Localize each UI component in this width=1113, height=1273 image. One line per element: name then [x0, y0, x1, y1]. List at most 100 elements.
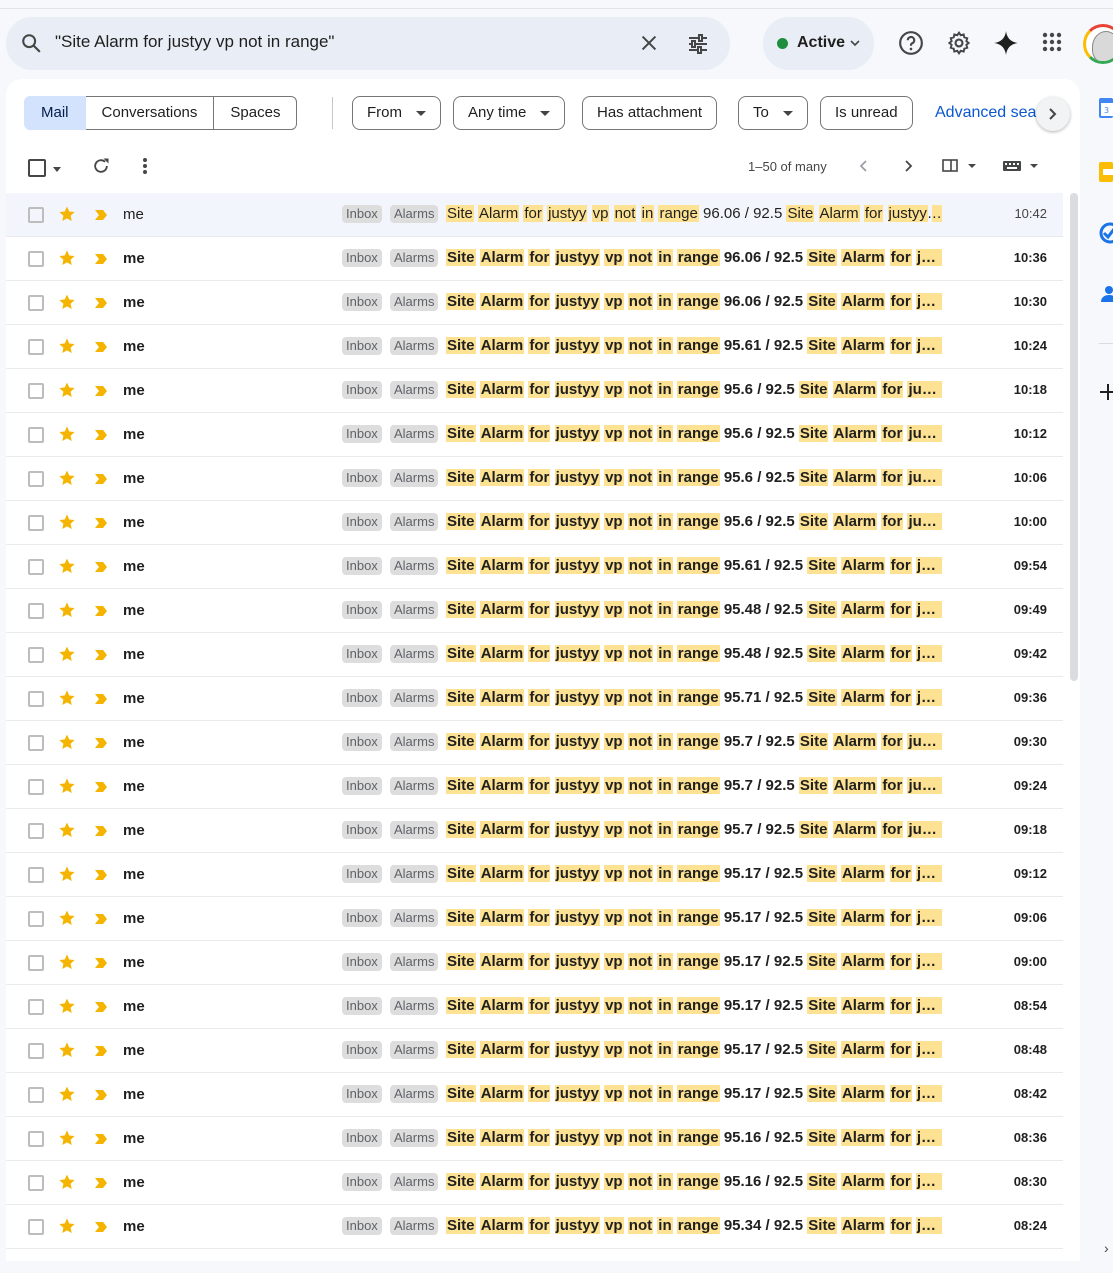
select-all-checkbox[interactable] [28, 159, 46, 177]
table-row[interactable]: me Inbox Alarms Site Alarm for justyy vp no… [6, 633, 1063, 677]
table-row[interactable]: me Inbox Alarms Site Alarm for justyy vp no… [6, 1161, 1063, 1205]
label-inbox[interactable]: Inbox [342, 821, 382, 839]
label-alarms[interactable]: Alarms [390, 1085, 439, 1103]
tab-spaces[interactable]: Spaces [214, 96, 298, 130]
label-inbox[interactable]: Inbox [342, 689, 382, 707]
row-checkbox[interactable] [28, 1219, 44, 1235]
label-alarms[interactable]: Alarms [390, 249, 439, 267]
label-alarms[interactable]: Alarms [390, 469, 439, 487]
label-inbox[interactable]: Inbox [342, 1041, 382, 1059]
label-alarms[interactable]: Alarms [390, 601, 439, 619]
importance-marker-icon[interactable] [94, 956, 108, 974]
search-icon[interactable] [20, 32, 42, 59]
label-alarms[interactable]: Alarms [390, 733, 439, 751]
importance-marker-icon[interactable] [94, 208, 108, 226]
gemini-sparkle-icon[interactable] [993, 30, 1019, 61]
row-checkbox[interactable] [28, 955, 44, 971]
collapse-rail-icon[interactable]: › [1104, 1240, 1109, 1256]
label-inbox[interactable]: Inbox [342, 557, 382, 575]
label-inbox[interactable]: Inbox [342, 249, 382, 267]
label-inbox[interactable]: Inbox [342, 337, 382, 355]
label-inbox[interactable]: Inbox [342, 645, 382, 663]
list-scrollbar[interactable] [1070, 193, 1078, 681]
importance-marker-icon[interactable] [94, 340, 108, 358]
add-app-icon[interactable] [1099, 381, 1113, 408]
label-inbox[interactable]: Inbox [342, 865, 382, 883]
search-bar[interactable]: "Site Alarm for justyy vp not in range" [6, 17, 730, 70]
importance-marker-icon[interactable] [94, 868, 108, 886]
row-checkbox[interactable] [28, 867, 44, 883]
label-alarms[interactable]: Alarms [390, 1173, 439, 1191]
row-checkbox[interactable] [28, 383, 44, 399]
star-icon[interactable] [58, 953, 76, 976]
label-inbox[interactable]: Inbox [342, 381, 382, 399]
status-selector[interactable]: Active [763, 17, 874, 70]
star-icon[interactable] [58, 1085, 76, 1108]
table-row[interactable]: me Inbox Alarms Site Alarm for justyy vp no… [6, 1029, 1063, 1073]
table-row[interactable]: me Inbox Alarms Site Alarm for justyy vp no… [6, 193, 1063, 237]
label-inbox[interactable]: Inbox [342, 205, 382, 223]
star-icon[interactable] [58, 821, 76, 844]
table-row[interactable]: me Inbox Alarms Site Alarm for justyy vp no… [6, 369, 1063, 413]
more-options-icon[interactable] [142, 156, 148, 181]
table-row[interactable]: me Inbox Alarms Site Alarm for justyy vp no… [6, 589, 1063, 633]
label-inbox[interactable]: Inbox [342, 953, 382, 971]
newer-page-icon[interactable] [858, 158, 870, 179]
label-alarms[interactable]: Alarms [390, 337, 439, 355]
star-icon[interactable] [58, 1217, 76, 1240]
star-icon[interactable] [58, 997, 76, 1020]
input-tools-keyboard-icon[interactable] [1002, 159, 1042, 178]
search-options-icon[interactable] [686, 32, 710, 61]
label-inbox[interactable]: Inbox [342, 513, 382, 531]
label-alarms[interactable]: Alarms [390, 205, 439, 223]
label-inbox[interactable]: Inbox [342, 997, 382, 1015]
row-checkbox[interactable] [28, 823, 44, 839]
row-checkbox[interactable] [28, 603, 44, 619]
importance-marker-icon[interactable] [94, 824, 108, 842]
star-icon[interactable] [58, 777, 76, 800]
help-icon[interactable] [898, 30, 924, 61]
label-inbox[interactable]: Inbox [342, 469, 382, 487]
star-icon[interactable] [58, 513, 76, 536]
star-icon[interactable] [58, 557, 76, 580]
importance-marker-icon[interactable] [94, 1088, 108, 1106]
star-icon[interactable] [58, 381, 76, 404]
clear-search-icon[interactable] [638, 32, 660, 59]
table-row[interactable]: me Inbox Alarms Site Alarm for justyy vp no… [6, 325, 1063, 369]
label-alarms[interactable]: Alarms [390, 821, 439, 839]
star-icon[interactable] [58, 293, 76, 316]
tab-conversations[interactable]: Conversations [85, 96, 215, 130]
filter-is-unread[interactable]: Is unread [820, 96, 913, 130]
star-icon[interactable] [58, 249, 76, 272]
star-icon[interactable] [58, 645, 76, 668]
star-icon[interactable] [58, 1173, 76, 1196]
label-inbox[interactable]: Inbox [342, 777, 382, 795]
importance-marker-icon[interactable] [94, 1044, 108, 1062]
importance-marker-icon[interactable] [94, 1220, 108, 1238]
advanced-search-link[interactable]: Advanced search [935, 104, 1045, 122]
importance-marker-icon[interactable] [94, 692, 108, 710]
star-icon[interactable] [58, 205, 76, 228]
table-row[interactable]: me Inbox Alarms Site Alarm for justyy vp no… [6, 941, 1063, 985]
table-row[interactable]: me Inbox Alarms Site Alarm for justyy vp no… [6, 765, 1063, 809]
label-inbox[interactable]: Inbox [342, 293, 382, 311]
label-inbox[interactable]: Inbox [342, 1217, 382, 1235]
label-alarms[interactable]: Alarms [390, 381, 439, 399]
label-alarms[interactable]: Alarms [390, 1129, 439, 1147]
table-row[interactable]: me Inbox Alarms Site Alarm for justyy vp no… [6, 457, 1063, 501]
label-alarms[interactable]: Alarms [390, 953, 439, 971]
row-checkbox[interactable] [28, 207, 44, 223]
table-row[interactable]: me Inbox Alarms Site Alarm for justyy vp no… [6, 1205, 1063, 1249]
table-row[interactable]: me Inbox Alarms Site Alarm for justyy vp no… [6, 721, 1063, 765]
label-alarms[interactable]: Alarms [390, 909, 439, 927]
row-checkbox[interactable] [28, 735, 44, 751]
keep-notes-icon[interactable] [1099, 161, 1113, 188]
importance-marker-icon[interactable] [94, 296, 108, 314]
table-row[interactable]: me Inbox Alarms Site Alarm for justyy vp no… [6, 1073, 1063, 1117]
importance-marker-icon[interactable] [94, 560, 108, 578]
importance-marker-icon[interactable] [94, 252, 108, 270]
table-row[interactable]: me Inbox Alarms Site Alarm for justyy vp no… [6, 985, 1063, 1029]
row-checkbox[interactable] [28, 471, 44, 487]
row-checkbox[interactable] [28, 427, 44, 443]
importance-marker-icon[interactable] [94, 736, 108, 754]
